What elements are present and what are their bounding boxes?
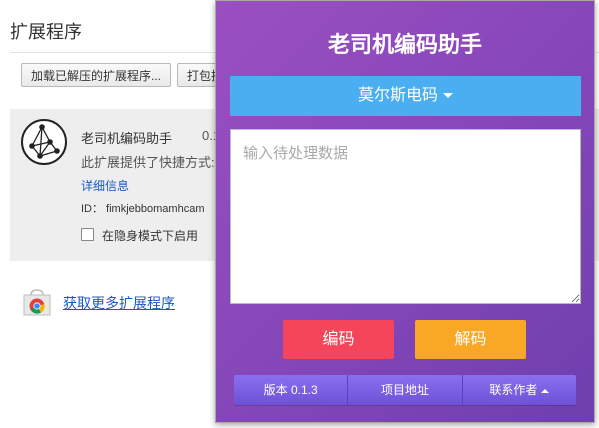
- caret-down-icon: [443, 93, 453, 99]
- page-title: 扩展程序: [10, 22, 82, 42]
- version-button[interactable]: 版本 0.1.3: [234, 375, 349, 405]
- contact-author-label: 联系作者: [489, 383, 538, 397]
- get-more-extensions-link[interactable]: 获取更多扩展程序: [63, 293, 175, 313]
- data-input[interactable]: [230, 129, 581, 304]
- pack-extension-button[interactable]: 打包扩: [177, 63, 217, 87]
- extension-description: 此扩展提供了快捷方式:: [81, 155, 215, 170]
- decode-button[interactable]: 解码: [415, 320, 526, 359]
- network-graph-icon: [21, 119, 67, 165]
- popup-title: 老司机编码助手: [327, 32, 482, 58]
- incognito-checkbox[interactable]: [81, 228, 94, 241]
- extension-popup: 老司机编码助手 莫尔斯电码 编码 解码 版本 0.1.3 项目地址 联系作者: [215, 0, 595, 423]
- caret-up-icon: [541, 388, 550, 393]
- contact-author-button[interactable]: 联系作者: [462, 375, 576, 405]
- extension-id: ID： fimkjebbomamhcam: [81, 203, 205, 215]
- load-unpacked-button[interactable]: 加载已解压的扩展程序...: [21, 63, 172, 87]
- project-link-button[interactable]: 项目地址: [348, 375, 463, 405]
- details-link[interactable]: 详细信息: [81, 177, 129, 194]
- incognito-label: 在隐身模式下启用: [102, 229, 199, 243]
- popup-footer: 版本 0.1.3 项目地址 联系作者: [234, 375, 576, 405]
- extension-name: 老司机编码助手: [81, 131, 173, 146]
- mode-label: 莫尔斯电码: [357, 87, 438, 104]
- encode-button[interactable]: 编码: [283, 320, 394, 359]
- mode-dropdown[interactable]: 莫尔斯电码: [230, 76, 581, 116]
- chrome-web-store-icon: [23, 289, 51, 316]
